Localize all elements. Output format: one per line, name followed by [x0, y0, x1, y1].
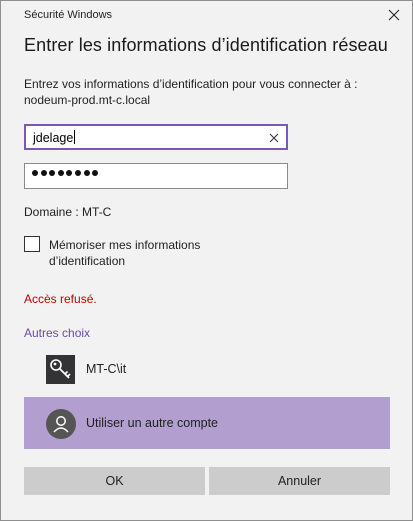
- error-message: Accès refusé.: [24, 292, 97, 306]
- domain-label: Domaine : MT-C: [24, 205, 112, 219]
- ok-button[interactable]: OK: [24, 467, 205, 495]
- text-caret: [74, 130, 76, 144]
- close-icon: [388, 9, 400, 21]
- password-dot: [83, 170, 90, 176]
- clear-username-button[interactable]: [268, 131, 280, 143]
- dialog-heading: Entrer les informations d’identification…: [24, 35, 388, 55]
- window-title: Sécurité Windows: [24, 9, 113, 21]
- user-avatar-icon: [46, 409, 76, 439]
- username-value-wrapper: jdelage: [33, 130, 76, 145]
- more-choices-label: Autres choix: [24, 326, 91, 340]
- username-input[interactable]: jdelage: [24, 124, 288, 150]
- username-value: jdelage: [33, 131, 74, 145]
- password-mask: [32, 170, 99, 176]
- password-dot: [57, 170, 64, 176]
- remember-checkbox[interactable]: [24, 236, 40, 252]
- key-icon: [46, 355, 75, 384]
- prompt-line: Entrez vos informations d’identification…: [24, 77, 358, 91]
- account-label: Utiliser un autre compte: [86, 416, 219, 430]
- password-dot: [49, 170, 56, 176]
- title-bar: Sécurité Windows: [1, 1, 412, 27]
- password-dot: [92, 170, 99, 176]
- account-option-other[interactable]: Utiliser un autre compte: [24, 397, 390, 449]
- password-dot: [74, 170, 81, 176]
- connection-prompt: Entrez vos informations d’identification…: [24, 76, 394, 108]
- password-dot: [32, 170, 38, 176]
- password-dot: [66, 170, 73, 176]
- server-name: nodeum-prod.mt-c.local: [24, 93, 151, 107]
- remember-label[interactable]: Mémoriser mes informations d’identificat…: [49, 237, 249, 269]
- password-input[interactable]: [24, 163, 288, 189]
- account-label: MT-C\it: [86, 362, 127, 376]
- password-dot: [40, 170, 47, 176]
- cancel-button[interactable]: Annuler: [209, 467, 390, 495]
- credential-dialog: Sécurité Windows Entrer les informations…: [0, 0, 413, 521]
- account-option-current[interactable]: MT-C\it: [24, 343, 390, 395]
- clear-text-icon: [269, 133, 279, 143]
- close-button[interactable]: [386, 7, 402, 23]
